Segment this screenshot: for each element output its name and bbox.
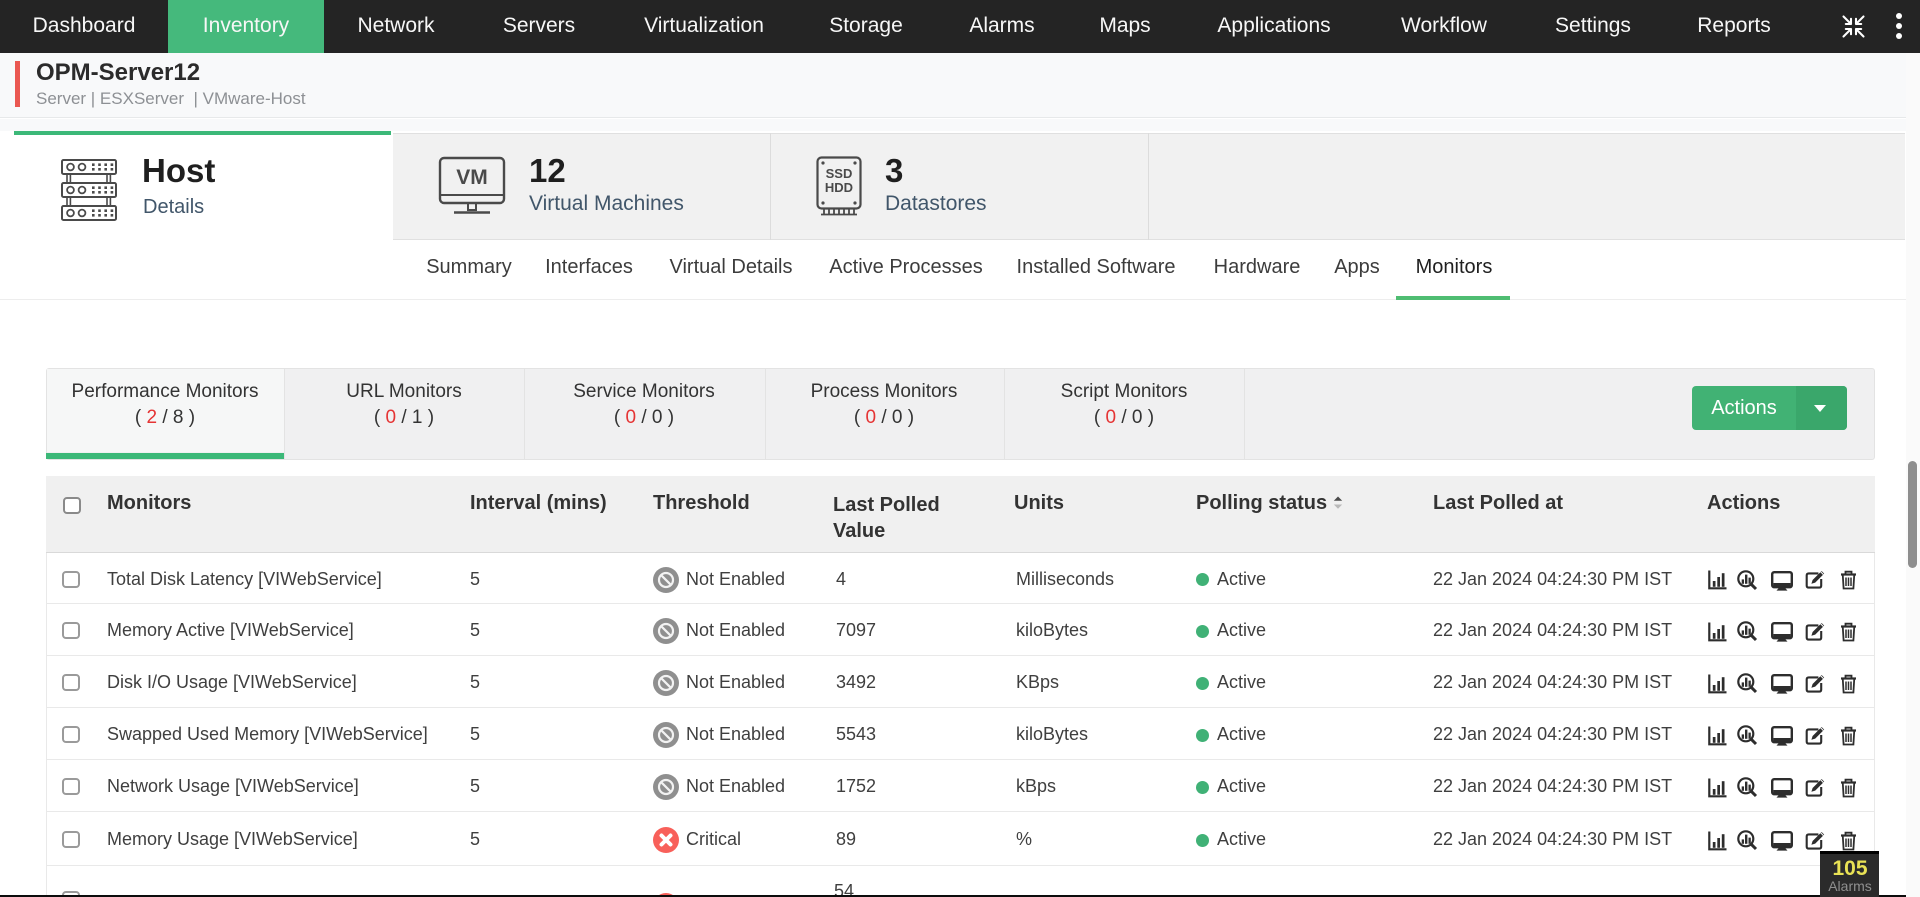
svg-text:SSD: SSD [826,166,853,181]
svg-text:VM: VM [456,166,488,189]
svg-text:HDD: HDD [825,180,853,195]
